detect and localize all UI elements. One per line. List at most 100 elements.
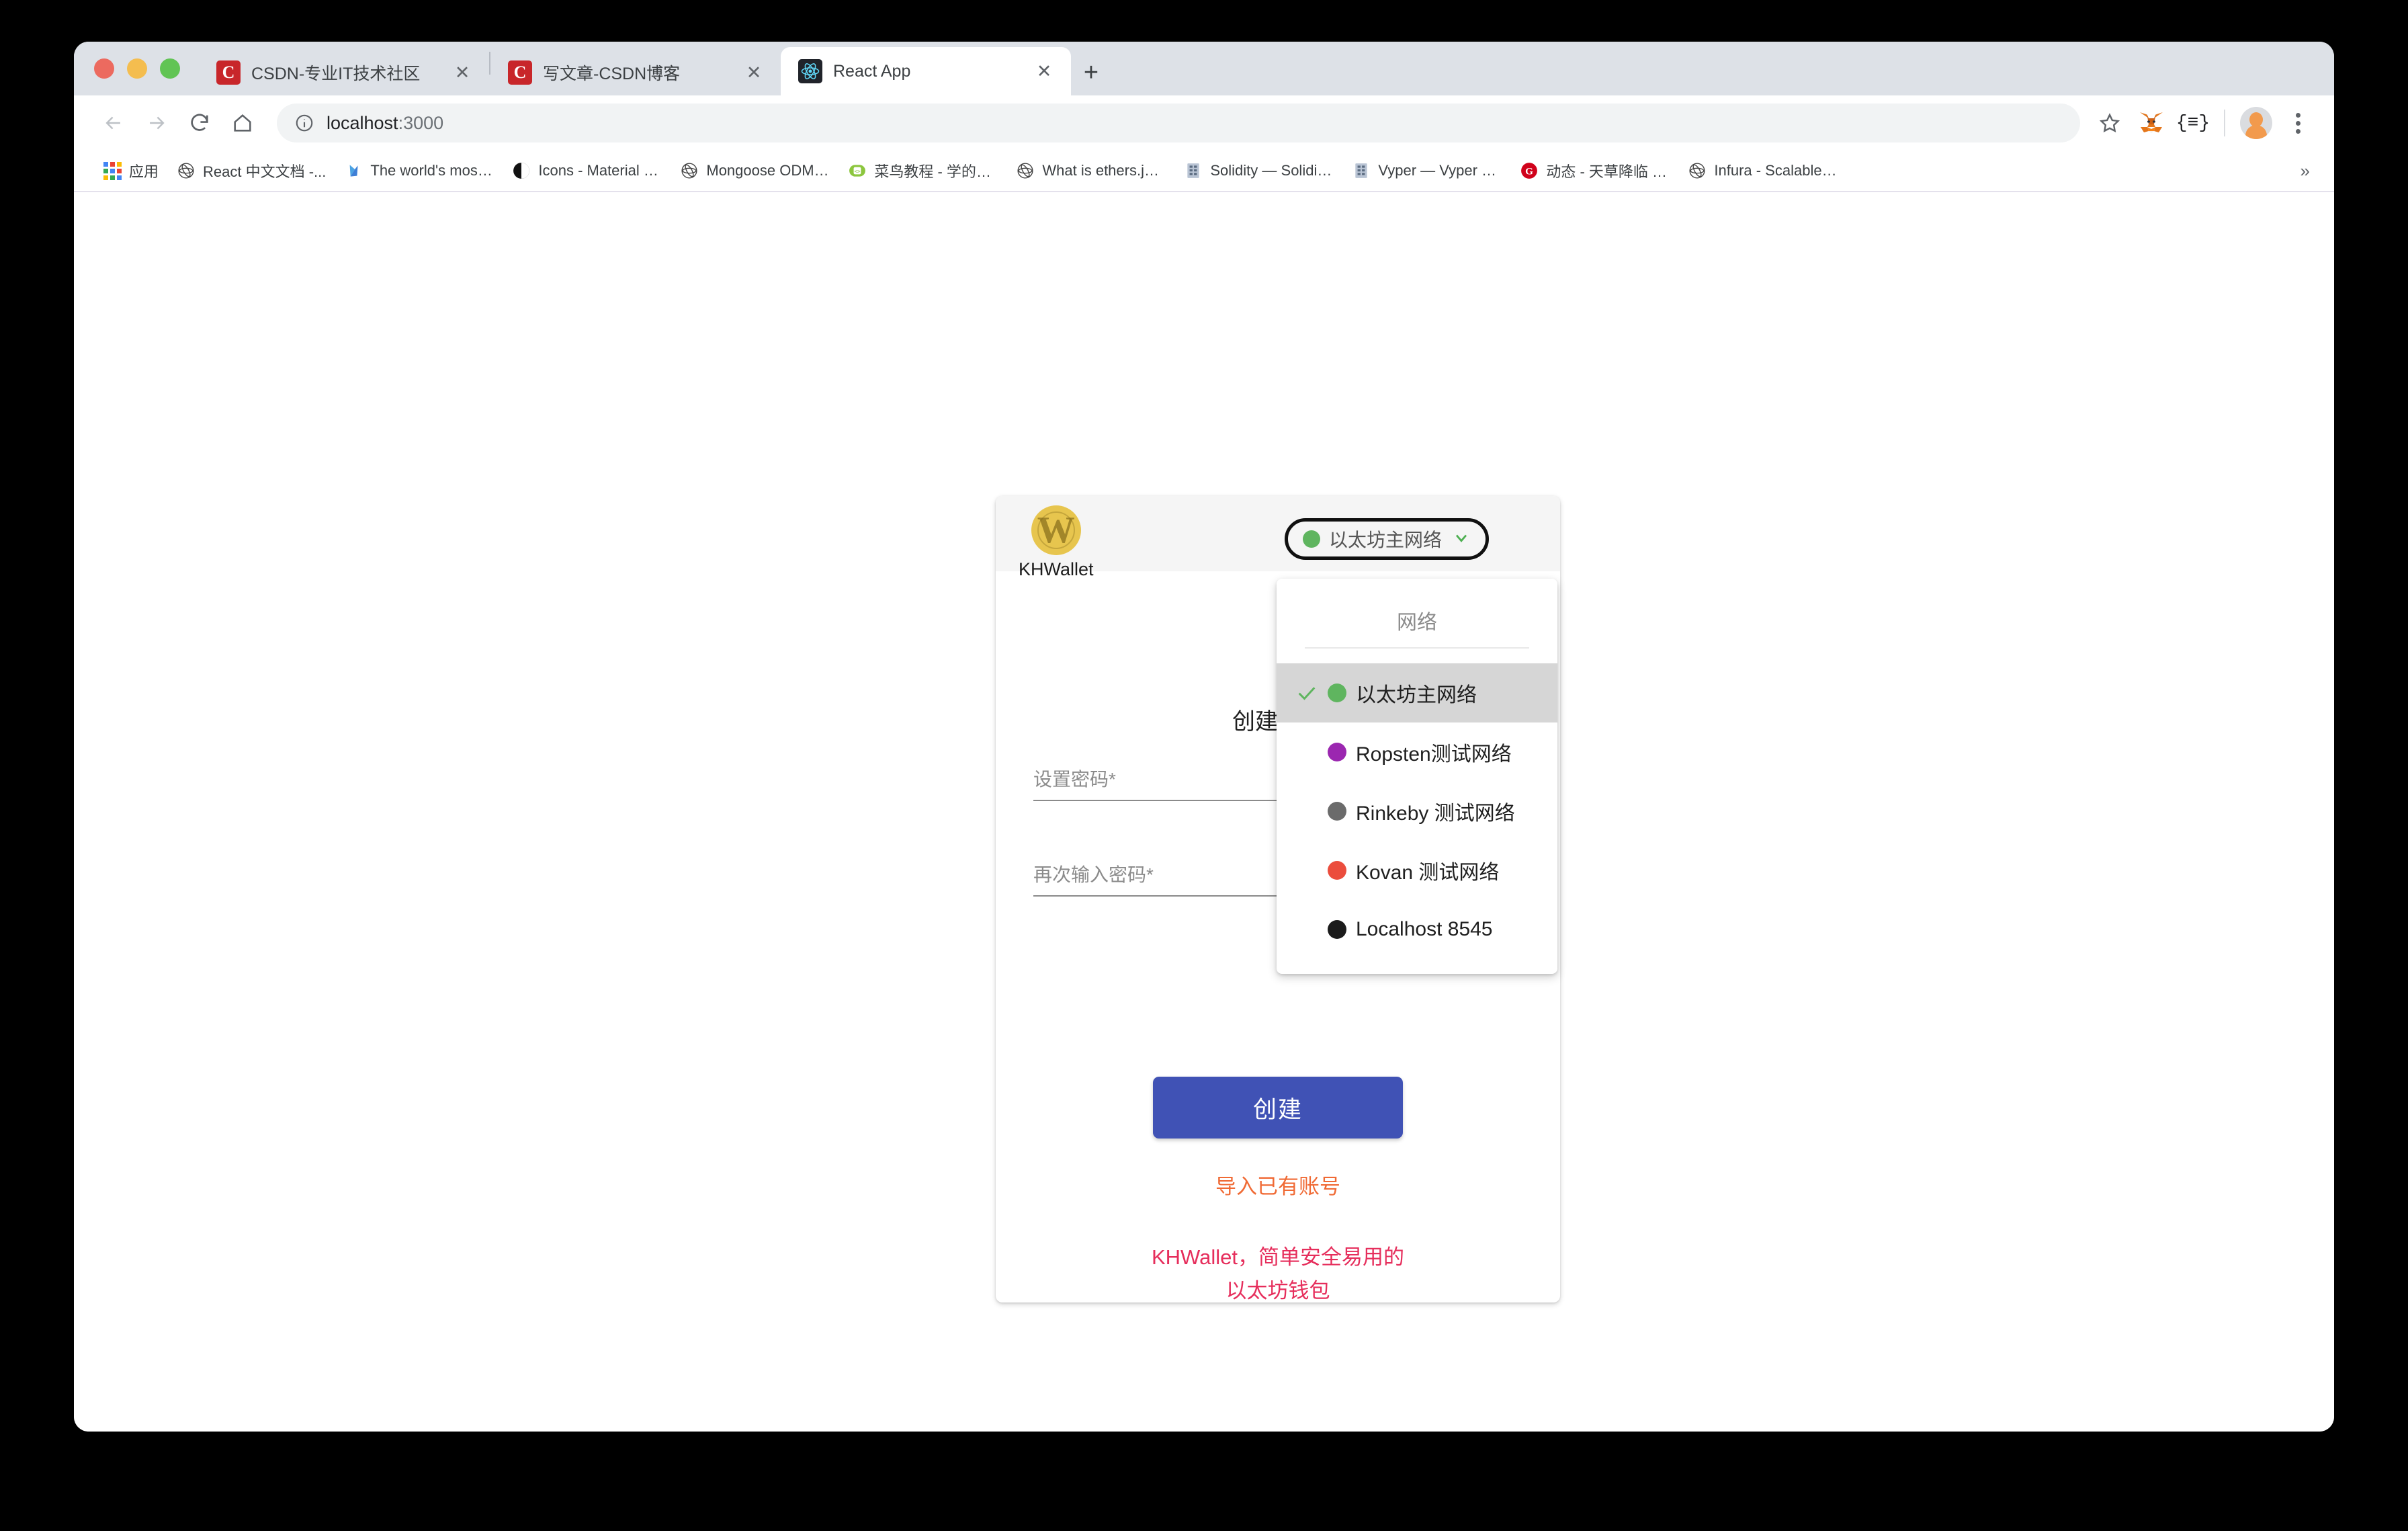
chevron-down-icon: [1452, 528, 1471, 550]
tagline-line-1: KHWallet，简单安全易用的: [1151, 1245, 1405, 1269]
react-icon: [681, 162, 698, 179]
bookmark-label: Vyper — Vyper doc...: [1378, 162, 1502, 179]
network-dot-icon: [1328, 743, 1346, 761]
close-icon[interactable]: ✕: [742, 60, 766, 85]
bookmark-item[interactable]: Mongoose ODM v5...: [671, 155, 839, 187]
import-existing-account-link[interactable]: 导入已有账号: [996, 1169, 1560, 1200]
tagline: KHWallet，简单安全易用的 以太坊钱包: [996, 1241, 1560, 1308]
mongodb-icon: [345, 162, 362, 179]
bookmarks-bar: 应用 React 中文文档 -... The world's most p...…: [74, 151, 2334, 192]
url-host: localhost: [327, 112, 398, 133]
extension-glyph: {≡}: [2176, 112, 2210, 134]
browser-tab-2[interactable]: C 写文章-CSDN博客 ✕: [490, 50, 781, 95]
bookmark-item[interactable]: The world's most p...: [335, 155, 503, 187]
bookmark-star-icon[interactable]: [2091, 104, 2128, 142]
browser-window: C CSDN-专业IT技术社区 ✕ C 写文章-CSDN博客 ✕ React A…: [74, 42, 2334, 1432]
address-bar[interactable]: localhost:3000: [277, 104, 2080, 142]
bookmark-label: Infura - Scalable Bl...: [1714, 162, 1838, 179]
tab-strip: C CSDN-专业IT技术社区 ✕ C 写文章-CSDN博客 ✕ React A…: [74, 42, 2334, 95]
extension-braces-icon[interactable]: {≡}: [2174, 104, 2212, 142]
maximize-window-button[interactable]: [160, 58, 180, 79]
network-option-label: Rinkeby 测试网络: [1356, 802, 1515, 825]
vyper-icon: [1352, 162, 1370, 179]
bookmark-label: 动态 - 天草降临 (Ti...: [1546, 163, 1670, 180]
browser-tab-1[interactable]: C CSDN-专业IT技术社区 ✕: [199, 50, 489, 95]
bookmark-label: Mongoose ODM v5...: [706, 162, 830, 179]
wallet-logo-icon: W: [1031, 505, 1081, 555]
network-dropdown-title: 网络: [1397, 612, 1437, 634]
react-icon: [177, 162, 195, 179]
reload-icon[interactable]: [180, 104, 219, 142]
create-button[interactable]: 创建: [1153, 1077, 1403, 1139]
home-icon[interactable]: [223, 104, 262, 142]
bookmark-label: What is ethers.js —...: [1042, 162, 1166, 179]
network-selector-button[interactable]: 以太坊主网络: [1285, 518, 1490, 560]
close-icon[interactable]: ✕: [450, 60, 474, 85]
kebab-menu-icon[interactable]: [2279, 104, 2317, 142]
react-icon: [1017, 162, 1034, 179]
kebab-dots: [2295, 112, 2300, 134]
tab-title: React App: [833, 61, 911, 81]
bookmark-item[interactable]: React 中文文档 -...: [168, 155, 335, 187]
material-icon: [513, 162, 530, 179]
bookmark-label: 菜鸟教程 - 学的不...: [874, 163, 998, 180]
network-option-label: Ropsten测试网络: [1356, 743, 1512, 766]
minimize-window-button[interactable]: [127, 58, 147, 79]
avatar-icon: [2240, 107, 2272, 139]
network-option-mainnet[interactable]: 以太坊主网络: [1277, 663, 1557, 722]
close-icon[interactable]: ✕: [1032, 59, 1056, 83]
bookmark-item[interactable]: G 动态 - 天草降临 (Ti...: [1511, 155, 1679, 187]
metamask-fox-icon[interactable]: [2133, 104, 2170, 142]
apps-grid-icon: [103, 161, 122, 180]
bookmark-item[interactable]: Icons - Material De...: [503, 155, 671, 187]
network-option-label: 以太坊主网络: [1356, 684, 1477, 706]
url-text: localhost:3000: [327, 113, 443, 134]
label-text: 设置密码: [1033, 769, 1109, 790]
bookmark-label: 应用: [129, 163, 159, 180]
network-option-kovan[interactable]: Kovan 测试网络: [1277, 841, 1557, 900]
network-dot-icon: [1328, 920, 1346, 939]
close-window-button[interactable]: [94, 58, 114, 79]
browser-tab-3[interactable]: React App ✕: [781, 47, 1071, 95]
label-text: 再次输入密码: [1033, 864, 1147, 885]
network-option-localhost[interactable]: Localhost 8545: [1277, 900, 1557, 959]
network-option-ropsten[interactable]: Ropsten测试网络: [1277, 722, 1557, 782]
check-icon: [1286, 681, 1328, 704]
bookmark-item[interactable]: Vyper — Vyper doc...: [1343, 155, 1511, 187]
solidity-icon: [1185, 162, 1202, 179]
network-option-label: Kovan 测试网络: [1356, 862, 1500, 884]
csdn-icon: C: [216, 60, 241, 85]
bookmark-label: Solidity — Solidity...: [1210, 162, 1334, 179]
window-traffic-lights: [94, 42, 199, 95]
network-selector-label: 以太坊主网络: [1329, 530, 1443, 550]
network-dot-icon: [1328, 684, 1346, 702]
tab-title: CSDN-专业IT技术社区: [251, 65, 421, 83]
network-dropdown-menu: 网络 以太坊主网络 Ropsten测试网络 Rinkeby 测试网络 Kovan…: [1277, 579, 1557, 974]
network-option-rinkeby[interactable]: Rinkeby 测试网络: [1277, 782, 1557, 841]
tab-title: 写文章-CSDN博客: [543, 65, 681, 83]
bookmarks-overflow-button[interactable]: »: [2291, 161, 2319, 181]
new-tab-button[interactable]: +: [1071, 50, 1111, 95]
react-icon: [1688, 162, 1706, 179]
bookmark-item[interactable]: Solidity — Solidity...: [1175, 155, 1343, 187]
info-circle-icon[interactable]: [294, 113, 314, 133]
toolbar-divider: [2224, 110, 2225, 136]
runoob-icon: <>: [849, 162, 866, 179]
bookmark-item[interactable]: What is ethers.js —...: [1007, 155, 1175, 187]
react-icon: [798, 59, 822, 83]
tagline-line-2: 以太坊钱包: [1226, 1279, 1330, 1303]
bookmark-label: React 中文文档 -...: [203, 163, 327, 180]
svg-text:G: G: [1525, 165, 1533, 177]
url-port: :3000: [398, 112, 444, 133]
forward-icon[interactable]: [137, 104, 176, 142]
brand: W KHWallet: [1019, 505, 1094, 580]
page-viewport: W KHWallet 创建一个 设置密码*: [74, 192, 2334, 1432]
bookmark-label: The world's most p...: [370, 162, 494, 179]
bookmark-item[interactable]: <> 菜鸟教程 - 学的不...: [839, 155, 1007, 187]
network-dot-icon: [1328, 802, 1346, 821]
bookmark-label: Icons - Material De...: [538, 162, 662, 179]
back-icon[interactable]: [94, 104, 133, 142]
bookmark-item[interactable]: Infura - Scalable Bl...: [1679, 155, 1847, 187]
bookmark-apps[interactable]: 应用: [94, 155, 168, 187]
avatar[interactable]: [2237, 104, 2275, 142]
